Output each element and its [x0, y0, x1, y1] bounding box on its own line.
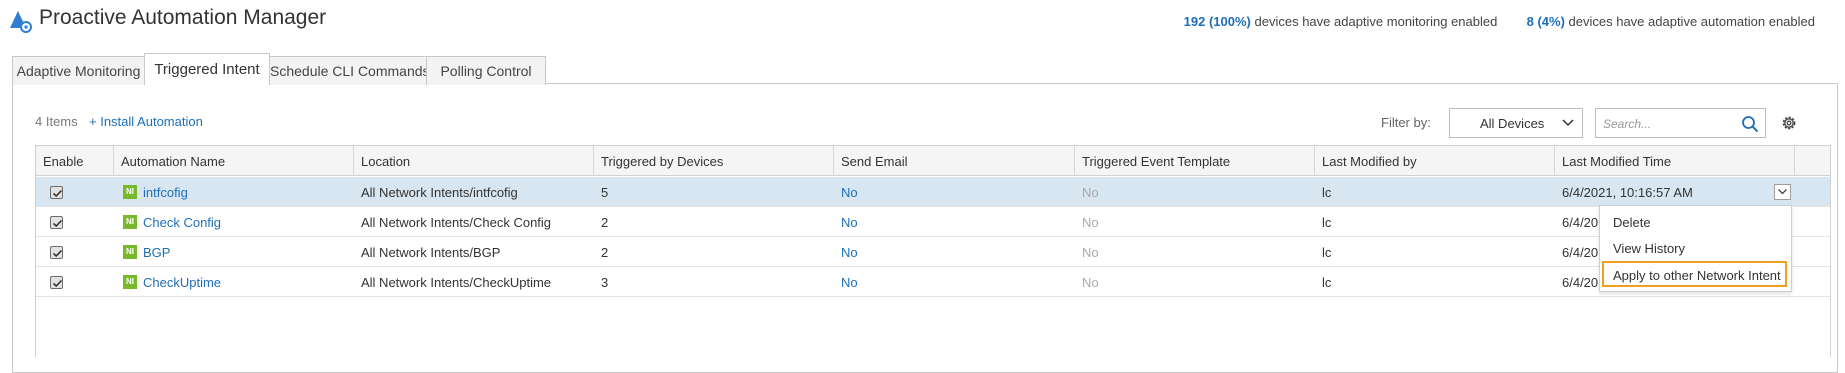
column-header-send-email[interactable]: Send Email: [834, 146, 1075, 176]
template-cell: No: [1082, 245, 1099, 260]
enable-checkbox[interactable]: [50, 246, 63, 259]
checkmark-icon: [52, 279, 63, 288]
modified-time-cell: 6/4/20: [1562, 215, 1599, 230]
column-header-location[interactable]: Location: [354, 146, 594, 176]
tab-adaptive-monitoring[interactable]: Adaptive Monitoring: [12, 56, 145, 85]
modified-time-cell: 6/4/2021, 10:16:57 AM: [1562, 185, 1693, 200]
template-cell: No: [1082, 185, 1099, 200]
automation-logo-icon: [10, 11, 32, 33]
modified-by-cell: lc: [1322, 185, 1332, 200]
checkmark-icon: [52, 249, 63, 258]
table-row[interactable]: NI CheckUptime All Network Intents/Check…: [36, 267, 1830, 297]
automation-table: Enable Automation Name Location Triggere…: [35, 145, 1831, 357]
column-header-triggered-by-devices[interactable]: Triggered by Devices: [594, 146, 834, 176]
table-row[interactable]: NI intfcofig All Network Intents/intfcof…: [36, 177, 1830, 207]
search-icon[interactable]: [1741, 115, 1759, 133]
item-count: 4 Items: [35, 114, 78, 129]
install-automation-link[interactable]: + Install Automation: [89, 114, 203, 129]
enable-checkbox[interactable]: [50, 276, 63, 289]
filter-value: All Devices: [1480, 116, 1545, 131]
template-cell: No: [1082, 275, 1099, 290]
gear-icon[interactable]: [1780, 114, 1798, 132]
tab-polling-control[interactable]: Polling Control: [426, 56, 546, 85]
column-header-enable[interactable]: Enable: [36, 146, 114, 176]
automation-name-link[interactable]: intfcofig: [136, 177, 188, 207]
column-header-last-modified-time[interactable]: Last Modified Time: [1555, 146, 1795, 176]
automation-name-link[interactable]: CheckUptime: [136, 267, 221, 297]
row-context-menu: Delete View History Apply to other Netwo…: [1599, 205, 1792, 292]
checkmark-icon: [52, 189, 63, 198]
filter-label: Filter by:: [1381, 115, 1431, 130]
devices-cell: 3: [601, 275, 609, 290]
row-actions-dropdown[interactable]: [1774, 184, 1791, 200]
menu-item-view-history[interactable]: View History: [1600, 235, 1791, 261]
automation-text: devices have adaptive automation enabled: [1568, 14, 1815, 29]
chevron-down-icon: [1778, 189, 1787, 195]
menu-item-delete[interactable]: Delete: [1600, 209, 1791, 235]
location-cell: All Network Intents/intfcofig: [361, 185, 518, 200]
checkmark-icon: [52, 219, 63, 228]
modified-by-cell: lc: [1322, 245, 1332, 260]
table-header: Enable Automation Name Location Triggere…: [36, 146, 1830, 176]
column-header-automation-name[interactable]: Automation Name: [114, 146, 354, 176]
table-row[interactable]: NI BGP All Network Intents/BGP 2 No No l…: [36, 237, 1830, 267]
page-header: Proactive Automation Manager 192 (100%) …: [0, 0, 1845, 50]
search-input[interactable]: [1601, 114, 1731, 133]
send-email-link[interactable]: No: [834, 207, 858, 237]
location-cell: All Network Intents/BGP: [361, 245, 501, 260]
table-row[interactable]: NI Check Config All Network Intents/Chec…: [36, 207, 1830, 237]
tab-triggered-intent[interactable]: Triggered Intent: [144, 53, 270, 85]
template-cell: No: [1082, 215, 1099, 230]
devices-cell: 5: [601, 185, 609, 200]
page-title: Proactive Automation Manager: [39, 6, 327, 29]
column-header-last-modified-by[interactable]: Last Modified by: [1315, 146, 1555, 176]
network-intent-badge: NI: [123, 275, 137, 289]
monitoring-text: devices have adaptive monitoring enabled: [1254, 14, 1498, 29]
devices-cell: 2: [601, 245, 609, 260]
automation-name-link[interactable]: Check Config: [136, 207, 221, 237]
search-box: [1595, 108, 1766, 138]
location-cell: All Network Intents/Check Config: [361, 215, 552, 230]
send-email-link[interactable]: No: [834, 267, 858, 297]
modified-time-cell: 6/4/20: [1562, 245, 1599, 260]
network-intent-badge: NI: [123, 185, 137, 199]
modified-time-cell: 6/4/20: [1562, 275, 1599, 290]
enable-checkbox[interactable]: [50, 186, 63, 199]
menu-item-apply-to-other-network-intent[interactable]: Apply to other Network Intent: [1602, 261, 1787, 287]
devices-cell: 2: [601, 215, 609, 230]
column-header-triggered-event-template[interactable]: Triggered Event Template: [1075, 146, 1315, 176]
device-filter-select[interactable]: All Devices: [1449, 108, 1583, 138]
automation-name-link[interactable]: BGP: [136, 237, 170, 267]
location-cell: All Network Intents/CheckUptime: [361, 275, 552, 290]
automation-count: 8 (4%): [1526, 14, 1565, 29]
enable-checkbox[interactable]: [50, 216, 63, 229]
network-intent-badge: NI: [123, 215, 137, 229]
monitoring-count: 192 (100%): [1183, 14, 1251, 29]
chevron-down-icon: [1562, 119, 1574, 127]
network-intent-badge: NI: [123, 245, 137, 259]
send-email-link[interactable]: No: [834, 237, 858, 267]
modified-by-cell: lc: [1322, 275, 1332, 290]
tab-schedule-cli-commands[interactable]: Schedule CLI Commands: [269, 56, 430, 85]
device-stats: 192 (100%) devices have adaptive monitor…: [1184, 14, 1815, 29]
send-email-link[interactable]: No: [834, 177, 858, 207]
modified-by-cell: lc: [1322, 215, 1332, 230]
